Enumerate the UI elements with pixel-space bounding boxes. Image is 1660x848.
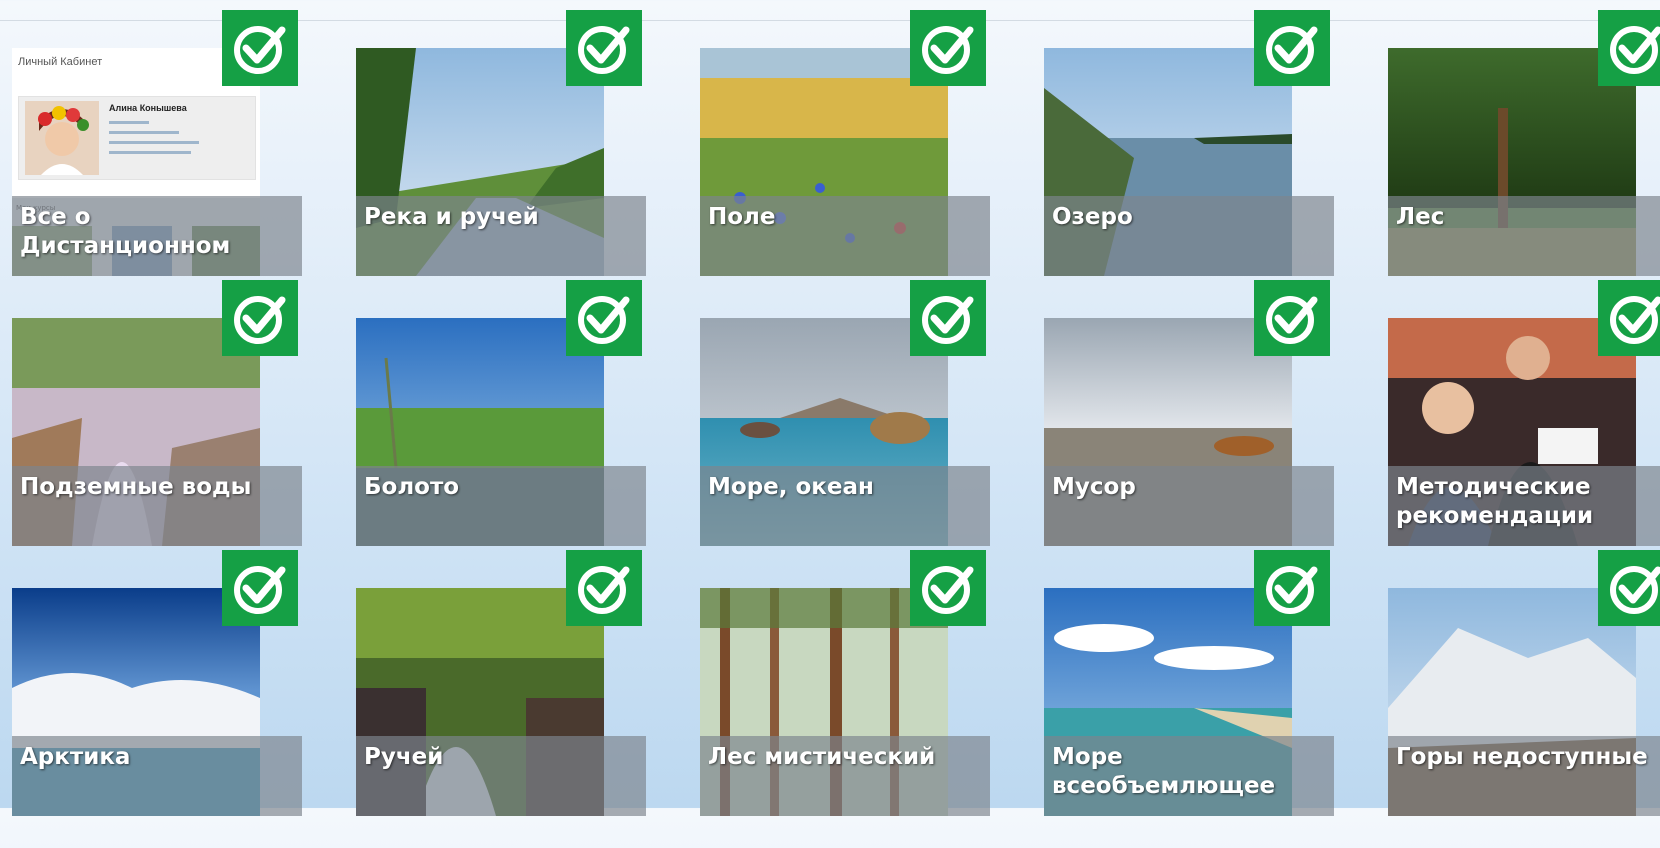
cabinet-header: Личный Кабинет (18, 56, 103, 68)
tile-label: Горы недоступные (1396, 744, 1648, 770)
tile-label: Арктика (20, 744, 131, 770)
course-tile[interactable]: Горы недоступные (1388, 588, 1660, 848)
profile-line (109, 151, 191, 154)
check-circle-icon (910, 280, 986, 356)
tile-label: Болото (364, 474, 460, 500)
tile-label: Мусор (1052, 474, 1136, 500)
check-circle-icon (566, 280, 642, 356)
check-circle-icon (1254, 10, 1330, 86)
check-circle-icon (910, 550, 986, 626)
course-tile[interactable]: Река и ручей (356, 48, 656, 308)
course-tile[interactable]: Арктика (12, 588, 312, 848)
tile-label: Методические рекомендации (1396, 474, 1594, 529)
tile-label: Лес мистический (708, 744, 936, 770)
check-circle-icon (1254, 280, 1330, 356)
tile-label: Море всеобъемлющее (1052, 744, 1276, 799)
course-tile[interactable]: Ручей (356, 588, 656, 848)
course-tile[interactable]: Мусор (1044, 318, 1344, 578)
tile-label: Озеро (1052, 204, 1133, 230)
course-tile[interactable]: Море, океан (700, 318, 1000, 578)
check-circle-icon (1598, 550, 1660, 626)
tile-label: Поле (708, 204, 776, 230)
course-tile[interactable]: Поле (700, 48, 1000, 308)
check-circle-icon (910, 10, 986, 86)
tile-label: Подземные воды (20, 474, 252, 500)
tile-label: Ручей (364, 744, 444, 770)
tile-label: Все о Дистанционном (20, 204, 231, 259)
check-circle-icon (566, 10, 642, 86)
tile-cabinet[interactable]: Личный Кабинет Алина Конышева Все о Дист… (12, 48, 312, 308)
check-circle-icon (222, 280, 298, 356)
profile-card[interactable]: Алина Конышева (18, 96, 256, 180)
course-tile[interactable]: Озеро (1044, 48, 1344, 308)
course-tile[interactable]: Болото (356, 318, 656, 578)
check-circle-icon (1598, 10, 1660, 86)
tile-label: Река и ручей (364, 204, 539, 230)
course-tile[interactable]: Подземные воды (12, 318, 312, 578)
profile-line (109, 121, 149, 124)
check-circle-icon (566, 550, 642, 626)
profile-line (109, 131, 179, 134)
course-tile[interactable]: Море всеобъемлющее (1044, 588, 1344, 848)
course-tile[interactable]: Лес (1388, 48, 1660, 308)
check-circle-icon (1598, 280, 1660, 356)
check-circle-icon (222, 10, 298, 86)
avatar (25, 101, 99, 175)
check-circle-icon (1254, 550, 1330, 626)
tiles-grid: Личный Кабинет Алина Конышева Все о Дист… (0, 0, 1660, 816)
user-name: Алина Конышева (109, 103, 187, 113)
course-tile[interactable]: Методические рекомендации (1388, 318, 1660, 578)
check-circle-icon (222, 550, 298, 626)
course-tile[interactable]: Лес мистический (700, 588, 1000, 848)
tile-label: Море, океан (708, 474, 874, 500)
tile-label: Лес (1396, 204, 1445, 230)
profile-line (109, 141, 199, 144)
